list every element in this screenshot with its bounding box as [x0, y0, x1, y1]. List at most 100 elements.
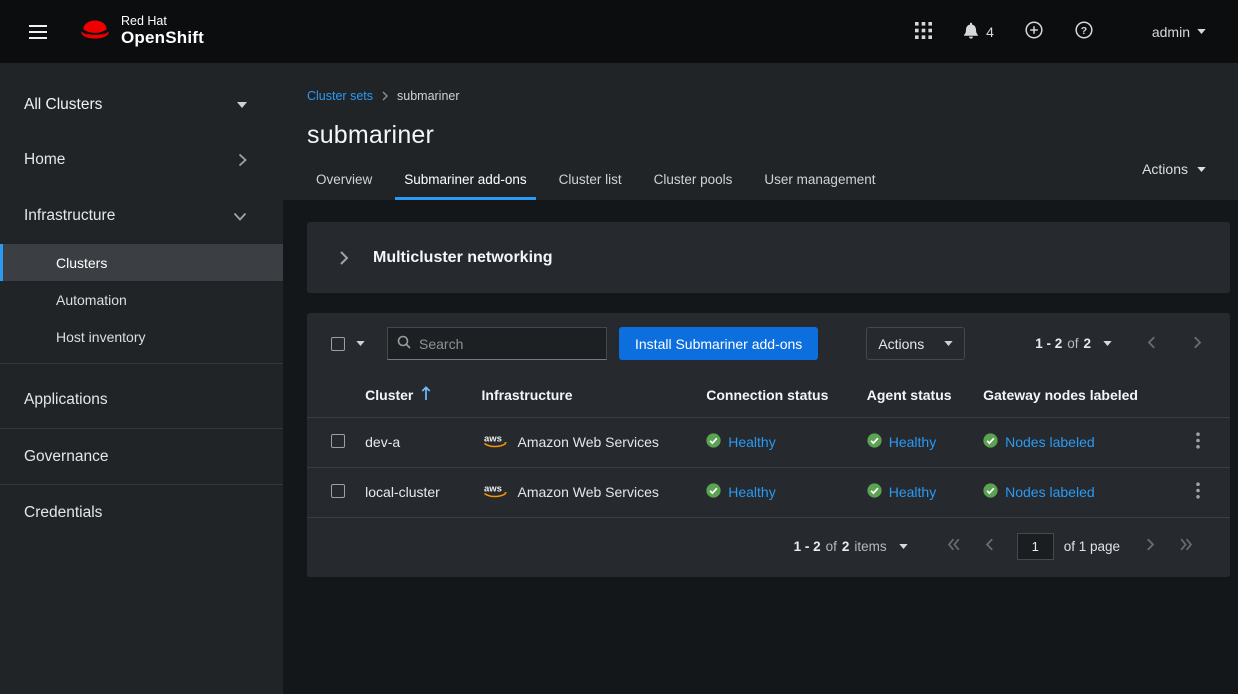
pagination-range: 1 - 2 — [794, 539, 821, 554]
prev-page-button[interactable] — [1138, 331, 1164, 357]
connection-status-link[interactable]: Healthy — [728, 434, 775, 450]
angle-left-icon — [1147, 336, 1156, 352]
agent-status-link[interactable]: Healthy — [889, 484, 936, 500]
page-actions-dropdown[interactable]: Actions — [1142, 161, 1206, 177]
tab-user-management[interactable]: User management — [755, 163, 884, 200]
sidebar-item-label: Host inventory — [56, 329, 145, 345]
caret-down-icon — [237, 102, 247, 108]
column-header-gateway-nodes: Gateway nodes labeled — [971, 373, 1166, 417]
caret-down-icon — [944, 341, 953, 346]
user-menu[interactable]: admin — [1144, 14, 1214, 50]
pagination-of-label: of — [1067, 336, 1078, 351]
pagination-menu-toggle[interactable]: 1 - 2 of 2 — [1035, 336, 1112, 351]
search-box — [387, 327, 607, 360]
sidebar-item-applications[interactable]: Applications — [0, 372, 283, 428]
sidebar-item-label: Governance — [24, 448, 108, 466]
current-page-input[interactable] — [1017, 533, 1054, 560]
infrastructure-label: Amazon Web Services — [518, 484, 659, 500]
page-actions-label: Actions — [1142, 161, 1188, 177]
pagination-top: 1 - 2 of 2 — [1035, 331, 1210, 357]
tab-overview[interactable]: Overview — [307, 163, 381, 200]
sidebar-item-label: Clusters — [56, 255, 107, 271]
sidebar-item-label: Automation — [56, 292, 127, 308]
row-kebab-button[interactable] — [1183, 477, 1213, 507]
sidebar-item-host-inventory[interactable]: Host inventory — [0, 318, 283, 355]
tab-cluster-list[interactable]: Cluster list — [550, 163, 631, 200]
check-circle-icon — [983, 483, 998, 501]
check-circle-icon — [706, 433, 721, 451]
sidebar-item-clusters[interactable]: Clusters — [0, 244, 283, 281]
nav-toggle-button[interactable] — [18, 12, 58, 52]
angle-right-icon — [1193, 336, 1202, 352]
app-launcher-button[interactable] — [905, 14, 941, 50]
caret-down-icon — [1197, 167, 1206, 172]
perspective-label: All Clusters — [24, 96, 102, 114]
agent-status-link[interactable]: Healthy — [889, 434, 936, 450]
sidebar-item-infrastructure[interactable]: Infrastructure — [0, 188, 283, 244]
bulk-select-dropdown[interactable] — [331, 337, 365, 351]
sort-by-cluster-button[interactable]: Cluster — [365, 386, 431, 404]
breadcrumb-link-cluster-sets[interactable]: Cluster sets — [307, 89, 373, 103]
column-header-infrastructure: Infrastructure — [470, 373, 695, 417]
pagination-total: 2 — [842, 539, 850, 554]
add-button[interactable] — [1016, 14, 1052, 50]
caret-down-icon — [356, 341, 365, 346]
main-content: Cluster sets submariner submariner Actio… — [283, 63, 1238, 694]
search-input[interactable] — [419, 336, 597, 352]
page-title: submariner — [307, 121, 1210, 150]
column-header-cluster: Cluster — [365, 387, 413, 403]
install-submariner-button[interactable]: Install Submariner add-ons — [619, 327, 818, 360]
prev-page-button[interactable] — [977, 533, 1003, 559]
next-page-button[interactable] — [1184, 331, 1210, 357]
perspective-switcher[interactable]: All Clusters — [0, 77, 283, 132]
sidebar-item-label: Home — [24, 151, 65, 169]
tab-submariner-add-ons[interactable]: Submariner add-ons — [395, 163, 535, 200]
next-page-button[interactable] — [1137, 533, 1163, 559]
check-circle-icon — [983, 433, 998, 451]
cluster-name: dev-a — [353, 417, 469, 467]
toolbar-actions-dropdown[interactable]: Actions — [866, 327, 965, 360]
table-row: local-cluster aws — [307, 467, 1230, 517]
pagination-of-label: of — [826, 539, 837, 554]
notifications-button[interactable]: 4 — [955, 14, 1002, 50]
table-toolbar: Install Submariner add-ons Actions 1 - 2… — [307, 313, 1230, 373]
sidebar-item-credentials[interactable]: Credentials — [0, 484, 283, 540]
question-circle-icon: ? — [1075, 21, 1093, 42]
gateway-nodes-link[interactable]: Nodes labeled — [1005, 434, 1095, 450]
infrastructure-label: Amazon Web Services — [518, 434, 659, 450]
angle-left-icon — [985, 538, 994, 554]
table-header-row: Cluster Infrastructure Connection status… — [307, 373, 1230, 417]
first-page-button[interactable] — [941, 533, 967, 559]
sidebar-item-home[interactable]: Home — [0, 132, 283, 188]
gateway-nodes-link[interactable]: Nodes labeled — [1005, 484, 1095, 500]
pagination-menu-toggle[interactable]: 1 - 2 of 2 items — [794, 539, 908, 554]
brand-logo: Red Hat OpenShift — [78, 15, 204, 47]
row-kebab-button[interactable] — [1183, 427, 1213, 457]
expand-toggle-button[interactable] — [325, 239, 363, 277]
column-header-connection-status: Connection status — [694, 373, 855, 417]
hamburger-icon — [29, 25, 47, 39]
select-all-checkbox[interactable] — [331, 337, 345, 351]
breadcrumb-separator-icon — [382, 91, 388, 101]
column-header-agent-status: Agent status — [855, 373, 971, 417]
help-button[interactable]: ? — [1066, 14, 1102, 50]
sidebar-item-automation[interactable]: Automation — [0, 281, 283, 318]
connection-status-link[interactable]: Healthy — [728, 484, 775, 500]
last-page-button[interactable] — [1173, 533, 1199, 559]
row-checkbox[interactable] — [331, 434, 345, 448]
pagination-total: 2 — [1083, 336, 1091, 351]
tab-cluster-pools[interactable]: Cluster pools — [645, 163, 742, 200]
sidebar-nav: Home Infrastructure Clusters Automation … — [0, 132, 283, 540]
brand-line2: OpenShift — [121, 29, 204, 48]
angle-double-right-icon — [1180, 538, 1192, 554]
clusters-table: Cluster Infrastructure Connection status… — [307, 373, 1230, 518]
sidebar-item-label: Credentials — [24, 504, 102, 522]
row-checkbox[interactable] — [331, 484, 345, 498]
sidebar-item-label: Applications — [24, 391, 108, 409]
svg-text:aws: aws — [484, 484, 502, 495]
sidebar-item-governance[interactable]: Governance — [0, 428, 283, 484]
masthead: Red Hat OpenShift 4 — [0, 0, 1238, 63]
plus-circle-icon — [1025, 21, 1043, 42]
svg-text:aws: aws — [484, 434, 502, 445]
angle-double-left-icon — [948, 538, 960, 554]
